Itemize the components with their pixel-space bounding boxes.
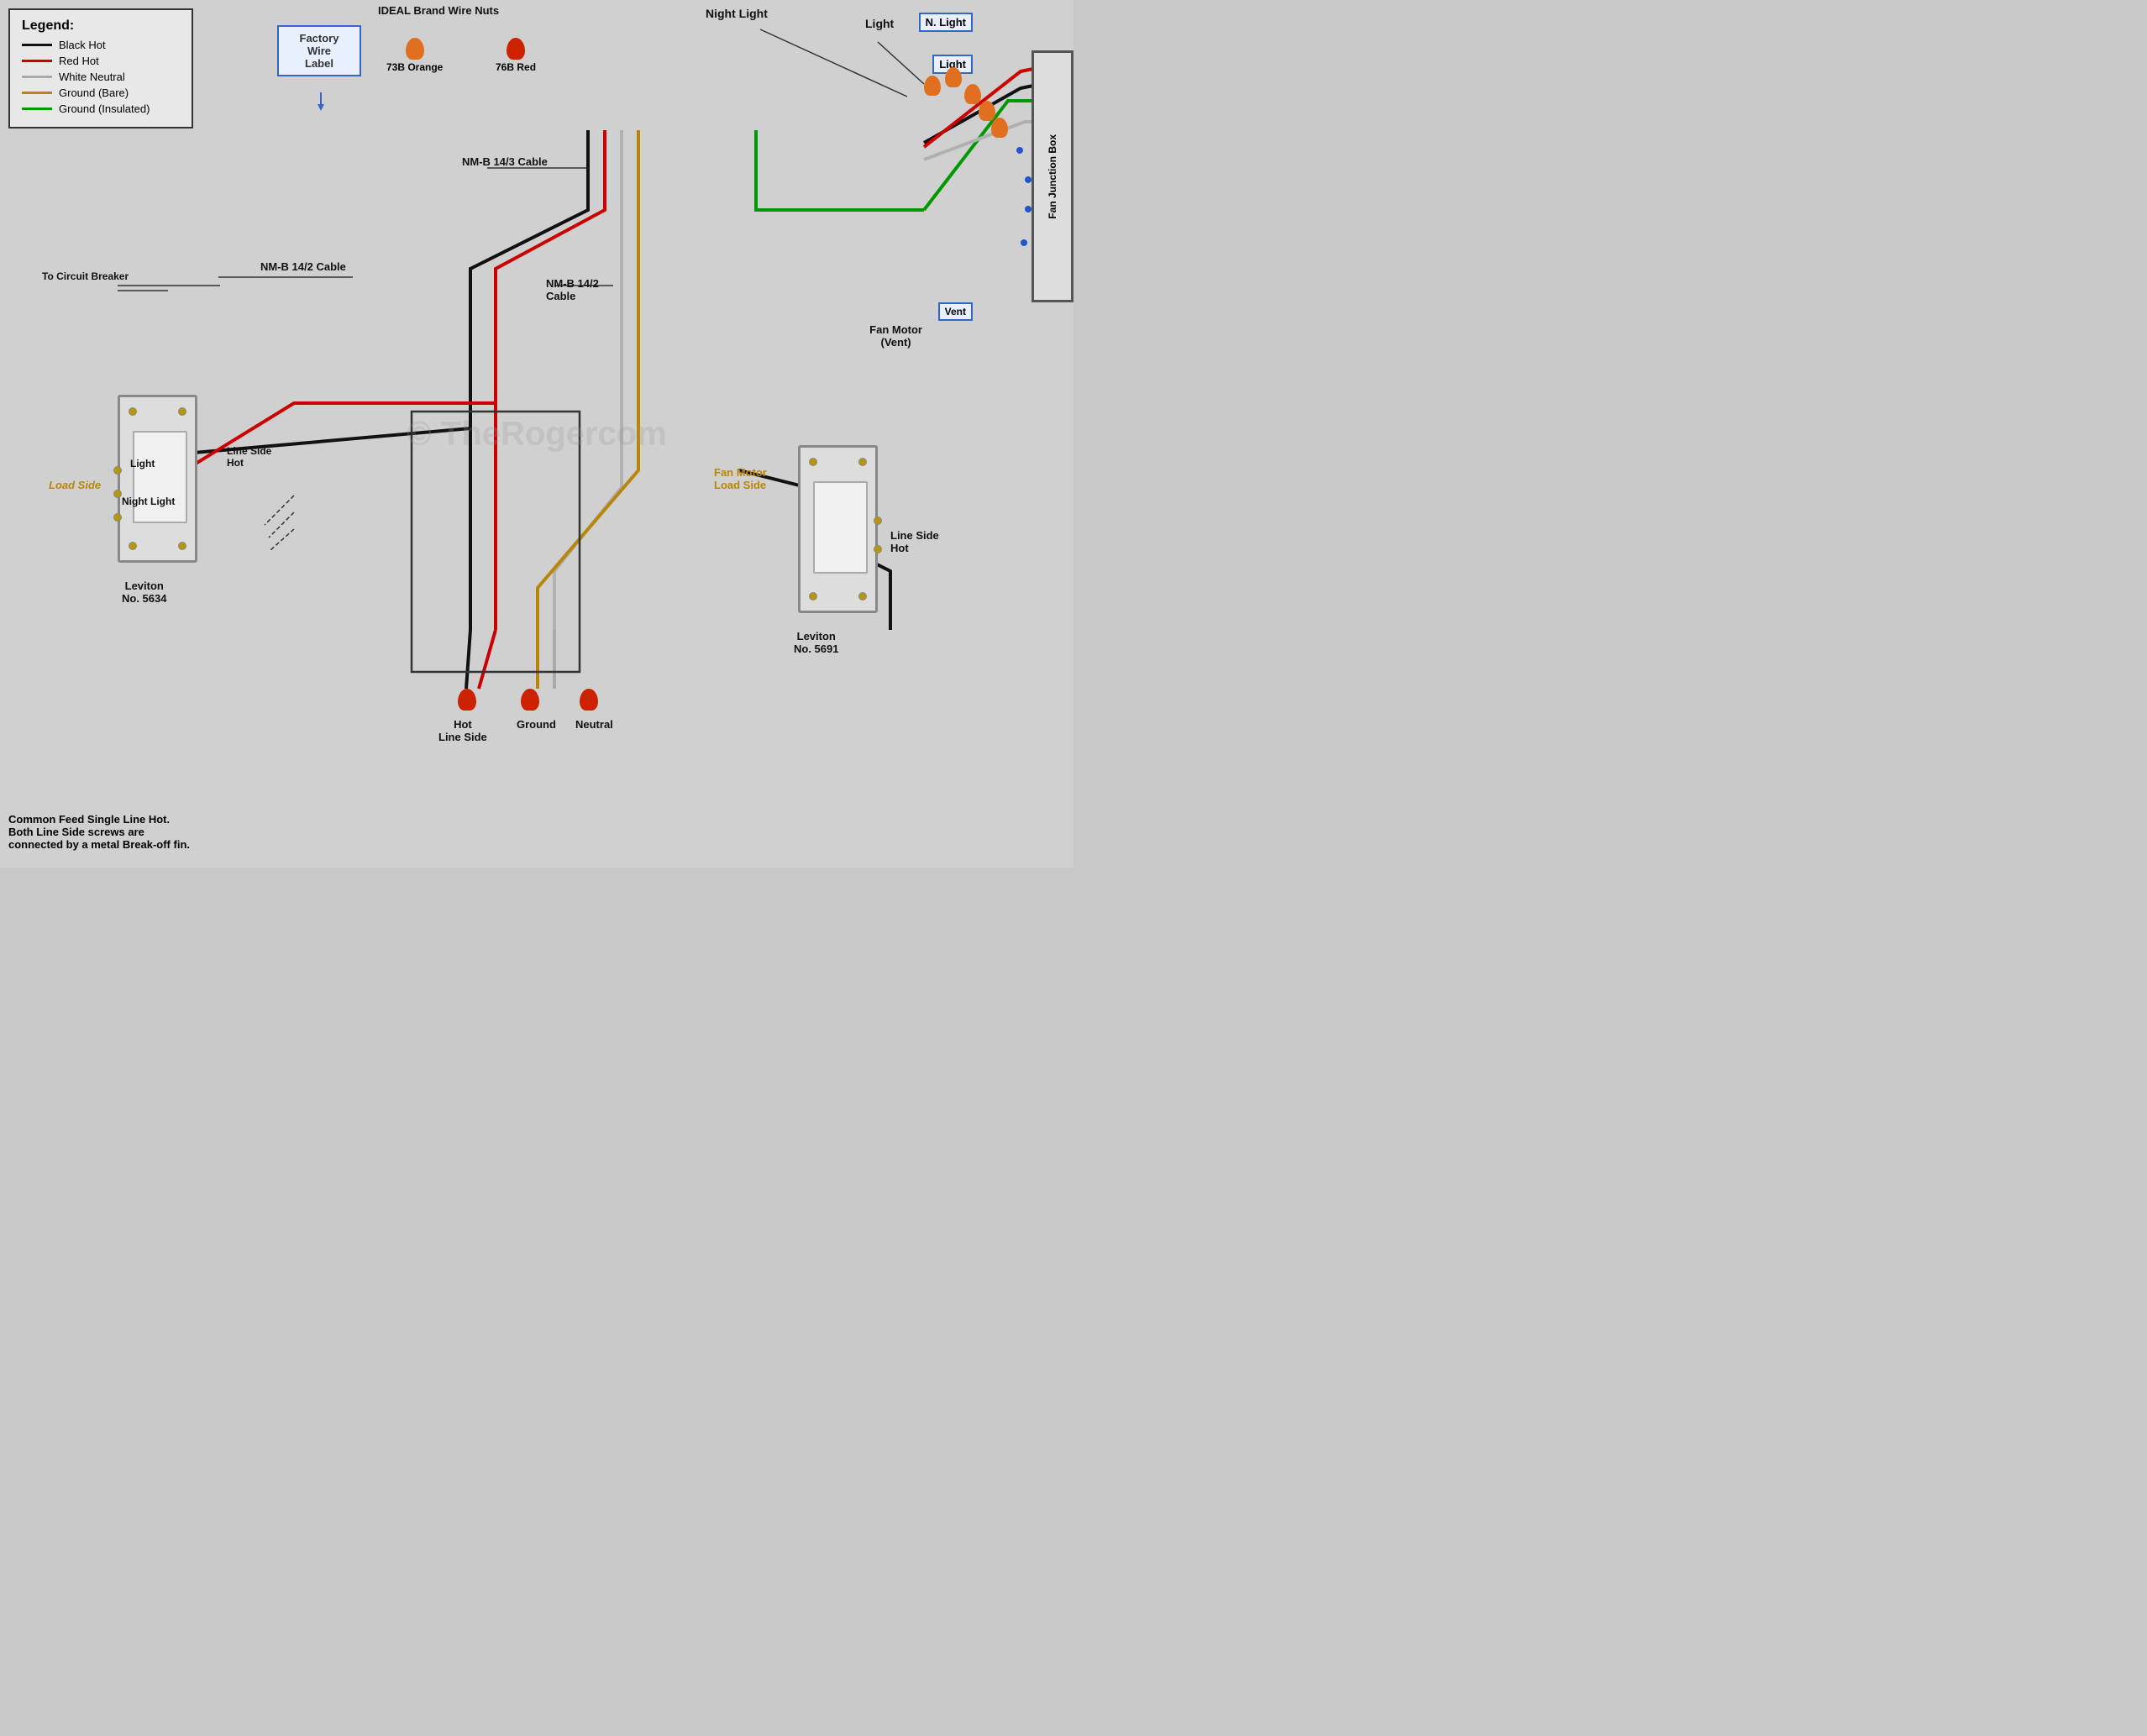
nmb-143-label: NM-B 14/3 Cable bbox=[462, 155, 548, 168]
night-light-switch-label: Night Light bbox=[122, 496, 175, 507]
wire-nut-4 bbox=[979, 101, 995, 121]
legend-item-red: Red Hot bbox=[22, 55, 180, 67]
ground-insulated-line bbox=[22, 108, 52, 110]
left-switch-screw-mid-left-top bbox=[113, 466, 122, 475]
left-switch-screw-bottom-right bbox=[178, 542, 186, 550]
legend-box: Legend: Black Hot Red Hot White Neutral … bbox=[8, 8, 193, 128]
blue-dot-1 bbox=[1016, 147, 1023, 154]
right-switch-screw-top-right bbox=[858, 458, 867, 466]
nmb-142-right-label: NM-B 14/2 Cable bbox=[546, 277, 599, 302]
wire-nut-1 bbox=[924, 76, 941, 96]
factory-wire-label-text: Factory Wire Label bbox=[300, 32, 339, 70]
left-switch-screw-mid-left-bot bbox=[113, 513, 122, 522]
leviton-right-label: Leviton No. 5691 bbox=[794, 630, 838, 655]
diagram-container: Legend: Black Hot Red Hot White Neutral … bbox=[0, 0, 1074, 868]
right-switch-screw-mid-right-bot bbox=[874, 545, 882, 553]
bottom-neutral-nut bbox=[580, 689, 598, 711]
left-switch-paddle bbox=[133, 431, 187, 523]
white-neutral-label: White Neutral bbox=[59, 71, 125, 83]
left-switch-screw-top-left bbox=[129, 407, 137, 416]
night-light-top-label: Night Light bbox=[706, 7, 768, 20]
black-hot-label: Black Hot bbox=[59, 39, 106, 51]
vent-box: Vent bbox=[938, 302, 973, 321]
nmb-142-left-label: NM-B 14/2 Cable bbox=[260, 260, 346, 273]
legend-item-ground-insulated: Ground (Insulated) bbox=[22, 102, 180, 115]
bottom-neutral-nut-visual bbox=[580, 689, 598, 711]
wire-nut-3 bbox=[964, 84, 981, 104]
nut-73b-label: 73B Orange bbox=[386, 61, 443, 73]
legend-item-ground-bare: Ground (Bare) bbox=[22, 87, 180, 99]
watermark: © TheRogercom bbox=[407, 415, 667, 453]
fan-motor-load-side-label: Fan Motor Load Side bbox=[714, 466, 767, 491]
nut-76b-label: 76B Red bbox=[496, 61, 536, 73]
common-feed-label: Common Feed Single Line Hot. Both Line S… bbox=[8, 813, 190, 851]
fan-junction-box: Fan Junction Box bbox=[1032, 50, 1074, 302]
bottom-hot-nut-visual bbox=[458, 689, 476, 711]
bottom-ground-nut bbox=[521, 689, 539, 711]
bottom-hot-nut bbox=[458, 689, 476, 711]
fan-junction-box-label: Fan Junction Box bbox=[1047, 134, 1058, 219]
blue-dot-3 bbox=[1025, 206, 1032, 212]
ground-bottom-label: Ground bbox=[517, 718, 556, 731]
nut-73b-visual bbox=[406, 38, 424, 60]
ideal-brand-label: IDEAL Brand Wire Nuts bbox=[378, 4, 499, 17]
legend-item-white: White Neutral bbox=[22, 71, 180, 83]
nut-73b-group: 73B Orange bbox=[386, 38, 443, 73]
ground-bare-label: Ground (Bare) bbox=[59, 87, 129, 99]
legend-item-black: Black Hot bbox=[22, 39, 180, 51]
left-switch bbox=[118, 395, 197, 563]
factory-wire-label-box: Factory Wire Label bbox=[277, 25, 361, 76]
light-top-label: Light bbox=[865, 17, 894, 30]
right-switch-screw-top-left bbox=[809, 458, 817, 466]
line-side-hot-right-label: Line Side Hot bbox=[890, 529, 939, 554]
wire-nut-5 bbox=[991, 118, 1008, 138]
left-switch-screw-top-right bbox=[178, 407, 186, 416]
line-side-hot-left-label: Line Side Hot bbox=[227, 445, 271, 469]
right-switch-screw-bottom-right bbox=[858, 592, 867, 601]
neutral-bottom-label: Neutral bbox=[575, 718, 613, 731]
n-light-label: N. Light bbox=[926, 16, 966, 29]
black-hot-line bbox=[22, 44, 52, 46]
right-switch-screw-bottom-left bbox=[809, 592, 817, 601]
ground-bare-line bbox=[22, 92, 52, 94]
right-switch-screw-mid-right-top bbox=[874, 517, 882, 525]
white-neutral-line bbox=[22, 76, 52, 78]
blue-dot-4 bbox=[1021, 239, 1027, 246]
hot-line-side-label: Hot Line Side bbox=[438, 718, 487, 743]
right-switch bbox=[798, 445, 878, 613]
load-side-left-label: Load Side bbox=[49, 479, 101, 491]
wire-nut-2 bbox=[945, 67, 962, 87]
right-switch-paddle bbox=[813, 481, 868, 574]
leviton-left-label: Leviton No. 5634 bbox=[122, 580, 166, 605]
circuit-breaker-label: To Circuit Breaker bbox=[42, 270, 129, 282]
vent-label: Vent bbox=[945, 306, 966, 317]
nut-76b-group: 76B Red bbox=[496, 38, 536, 73]
red-hot-line bbox=[22, 60, 52, 62]
legend-title: Legend: bbox=[22, 18, 180, 34]
n-light-box: N. Light bbox=[919, 13, 973, 32]
blue-dot-2 bbox=[1025, 176, 1032, 183]
left-switch-screw-bottom-left bbox=[129, 542, 137, 550]
fan-motor-vent-label: Fan Motor (Vent) bbox=[869, 323, 922, 349]
red-hot-label: Red Hot bbox=[59, 55, 99, 67]
bottom-ground-nut-visual bbox=[521, 689, 539, 711]
nut-76b-visual bbox=[507, 38, 525, 60]
light-switch-label: Light bbox=[130, 458, 155, 469]
left-switch-screw-mid-left-mid bbox=[113, 490, 122, 498]
ground-insulated-label: Ground (Insulated) bbox=[59, 102, 150, 115]
